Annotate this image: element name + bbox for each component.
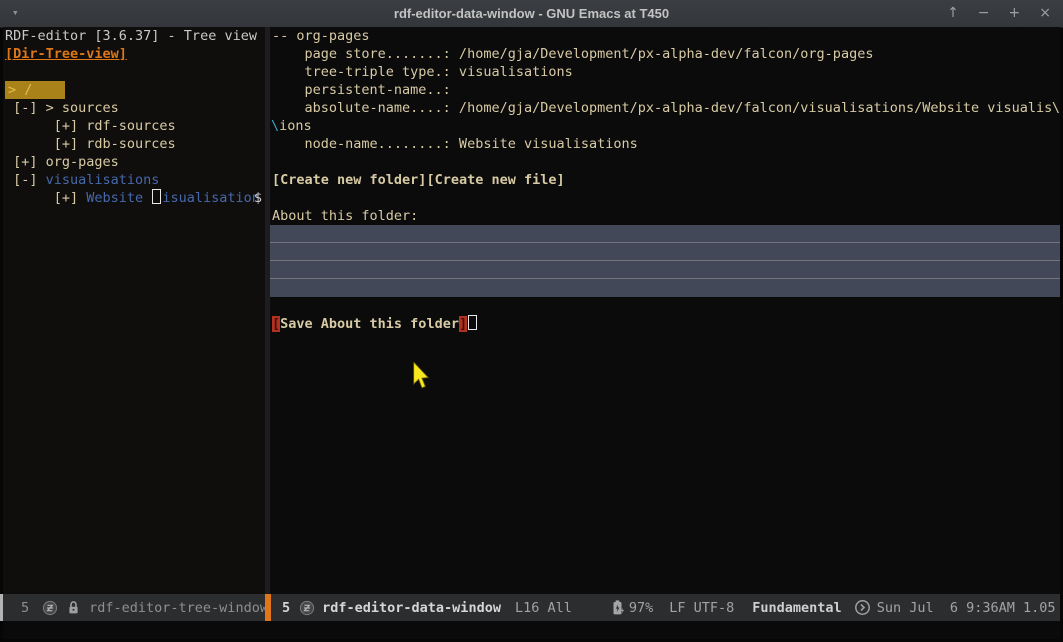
window-menu-icon[interactable]: ▾ [12,7,19,18]
window-title: rdf-editor-data-window - GNU Emacs at T4… [394,0,669,27]
wrapped-text: ions [279,118,312,134]
buffer-state-icon [299,600,315,616]
absolute-name-text: absolute-name....: /home/gja/Development… [272,99,1052,117]
blank-line [270,297,1060,315]
tree-item-rdf-sources[interactable]: [+] rdf-sources [3,117,265,135]
line-wrap-icon: \ [1052,99,1060,117]
window-controls: ↑ − + × [947,0,1051,27]
line-position: L16 All [515,600,572,616]
lock-icon [67,600,80,615]
blank-line [3,63,265,81]
create-new-folder-button[interactable]: [Create new folder] [272,172,426,188]
emacs-frame: ▾ rdf-editor-data-window - GNU Emacs at … [0,0,1063,642]
modeline-tree-window: 5 rdf-editor-tree-window [3,594,265,621]
echo-area[interactable] [3,621,1060,639]
tree-item-rdb-sources[interactable]: [+] rdb-sources [3,135,265,153]
shade-button[interactable]: ↑ [947,0,959,27]
datetime: Sun Jul 6 9:36AM 1.05 [877,600,1056,616]
tree-item-org-pages[interactable]: [+] org-pages [3,153,265,171]
tree-item-website-label-a[interactable]: Website [86,190,151,206]
field-page-store: page store.......: /home/gja/Development… [270,45,1060,63]
text-cursor [468,315,477,330]
truncation-indicator: $ [254,189,262,207]
hollow-cursor [152,189,161,204]
textarea-row[interactable] [270,243,1060,261]
textarea-row[interactable] [270,225,1060,243]
buffer-name[interactable]: rdf-editor-data-window [322,600,501,616]
tree-item-website-label-b[interactable]: isualisation [162,190,260,206]
close-button[interactable]: × [1039,0,1051,27]
textarea-row[interactable] [270,261,1060,279]
buffer-name[interactable]: rdf-editor-tree-window [89,600,268,616]
tree-root-line: > / [3,81,265,99]
about-folder-label: About this folder: [270,207,1060,225]
minimize-button[interactable]: − [978,0,990,27]
data-pane: -- org-pages page store.......: /home/gj… [270,27,1060,594]
field-tree-triple-type: tree-triple type.: visualisations [270,63,1060,81]
field-node-name: node-name........: Website visualisation… [270,135,1060,153]
encoding: LF UTF-8 [669,600,734,616]
textarea-row[interactable] [270,279,1060,297]
save-line: [Save About this folder] [270,315,1060,333]
major-mode[interactable]: Fundamental [752,600,841,616]
create-new-file-button[interactable]: [Create new file] [426,172,564,188]
create-buttons-line: [Create new folder][Create new file] [270,171,1060,189]
expand-toggle[interactable]: [+] [5,190,86,206]
line-wrapped-ions: \ions [270,117,1060,135]
tree-root-item[interactable]: > / [5,81,65,99]
line-org-pages: -- org-pages [270,27,1060,45]
blank-line [270,189,1060,207]
save-button-bracket-close[interactable]: ] [459,316,467,332]
blank-line [270,153,1060,171]
tree-item-website-visualisation[interactable]: [+] Website isualisation$ [3,189,265,207]
main-content: RDF-editor [3.6.37] - Tree view [Dir-Tre… [3,27,1060,594]
mode-lines: 5 rdf-editor-tree-window 5 rdf-editor-da… [3,594,1060,621]
save-button-bracket-open[interactable]: [ [272,316,280,332]
expand-toggle[interactable]: [-] [5,172,46,188]
window-number: 5 [282,600,290,616]
buffer-state-icon [42,600,58,616]
title-bar: ▾ rdf-editor-data-window - GNU Emacs at … [0,0,1063,28]
about-folder-textarea[interactable] [270,225,1060,297]
dir-tree-view-line: [Dir-Tree-view] [3,45,265,63]
tree-item-sources[interactable]: [-] > sources [3,99,265,117]
tree-header: RDF-editor [3.6.37] - Tree view [3,27,265,45]
dir-tree-view-link[interactable]: [Dir-Tree-view] [5,46,127,62]
field-absolute-name: absolute-name....: /home/gja/Development… [270,99,1060,117]
tree-item-visualisations-label[interactable]: visualisations [46,172,160,188]
clock-icon [854,599,871,616]
maximize-button[interactable]: + [1009,0,1021,27]
window-number: 5 [21,600,29,616]
wrap-indicator-icon: \ [271,118,279,134]
field-persistent-name: persistent-name..: [270,81,1060,99]
battery-icon [611,599,626,616]
tree-pane: RDF-editor [3.6.37] - Tree view [Dir-Tre… [3,27,265,594]
battery-percent: 97% [629,600,653,616]
modeline-data-window: 5 rdf-editor-data-window L16 All 97% LF … [271,594,1060,621]
save-about-folder-button[interactable]: Save About this folder [280,316,459,332]
tree-item-visualisations[interactable]: [-] visualisations [3,171,265,189]
